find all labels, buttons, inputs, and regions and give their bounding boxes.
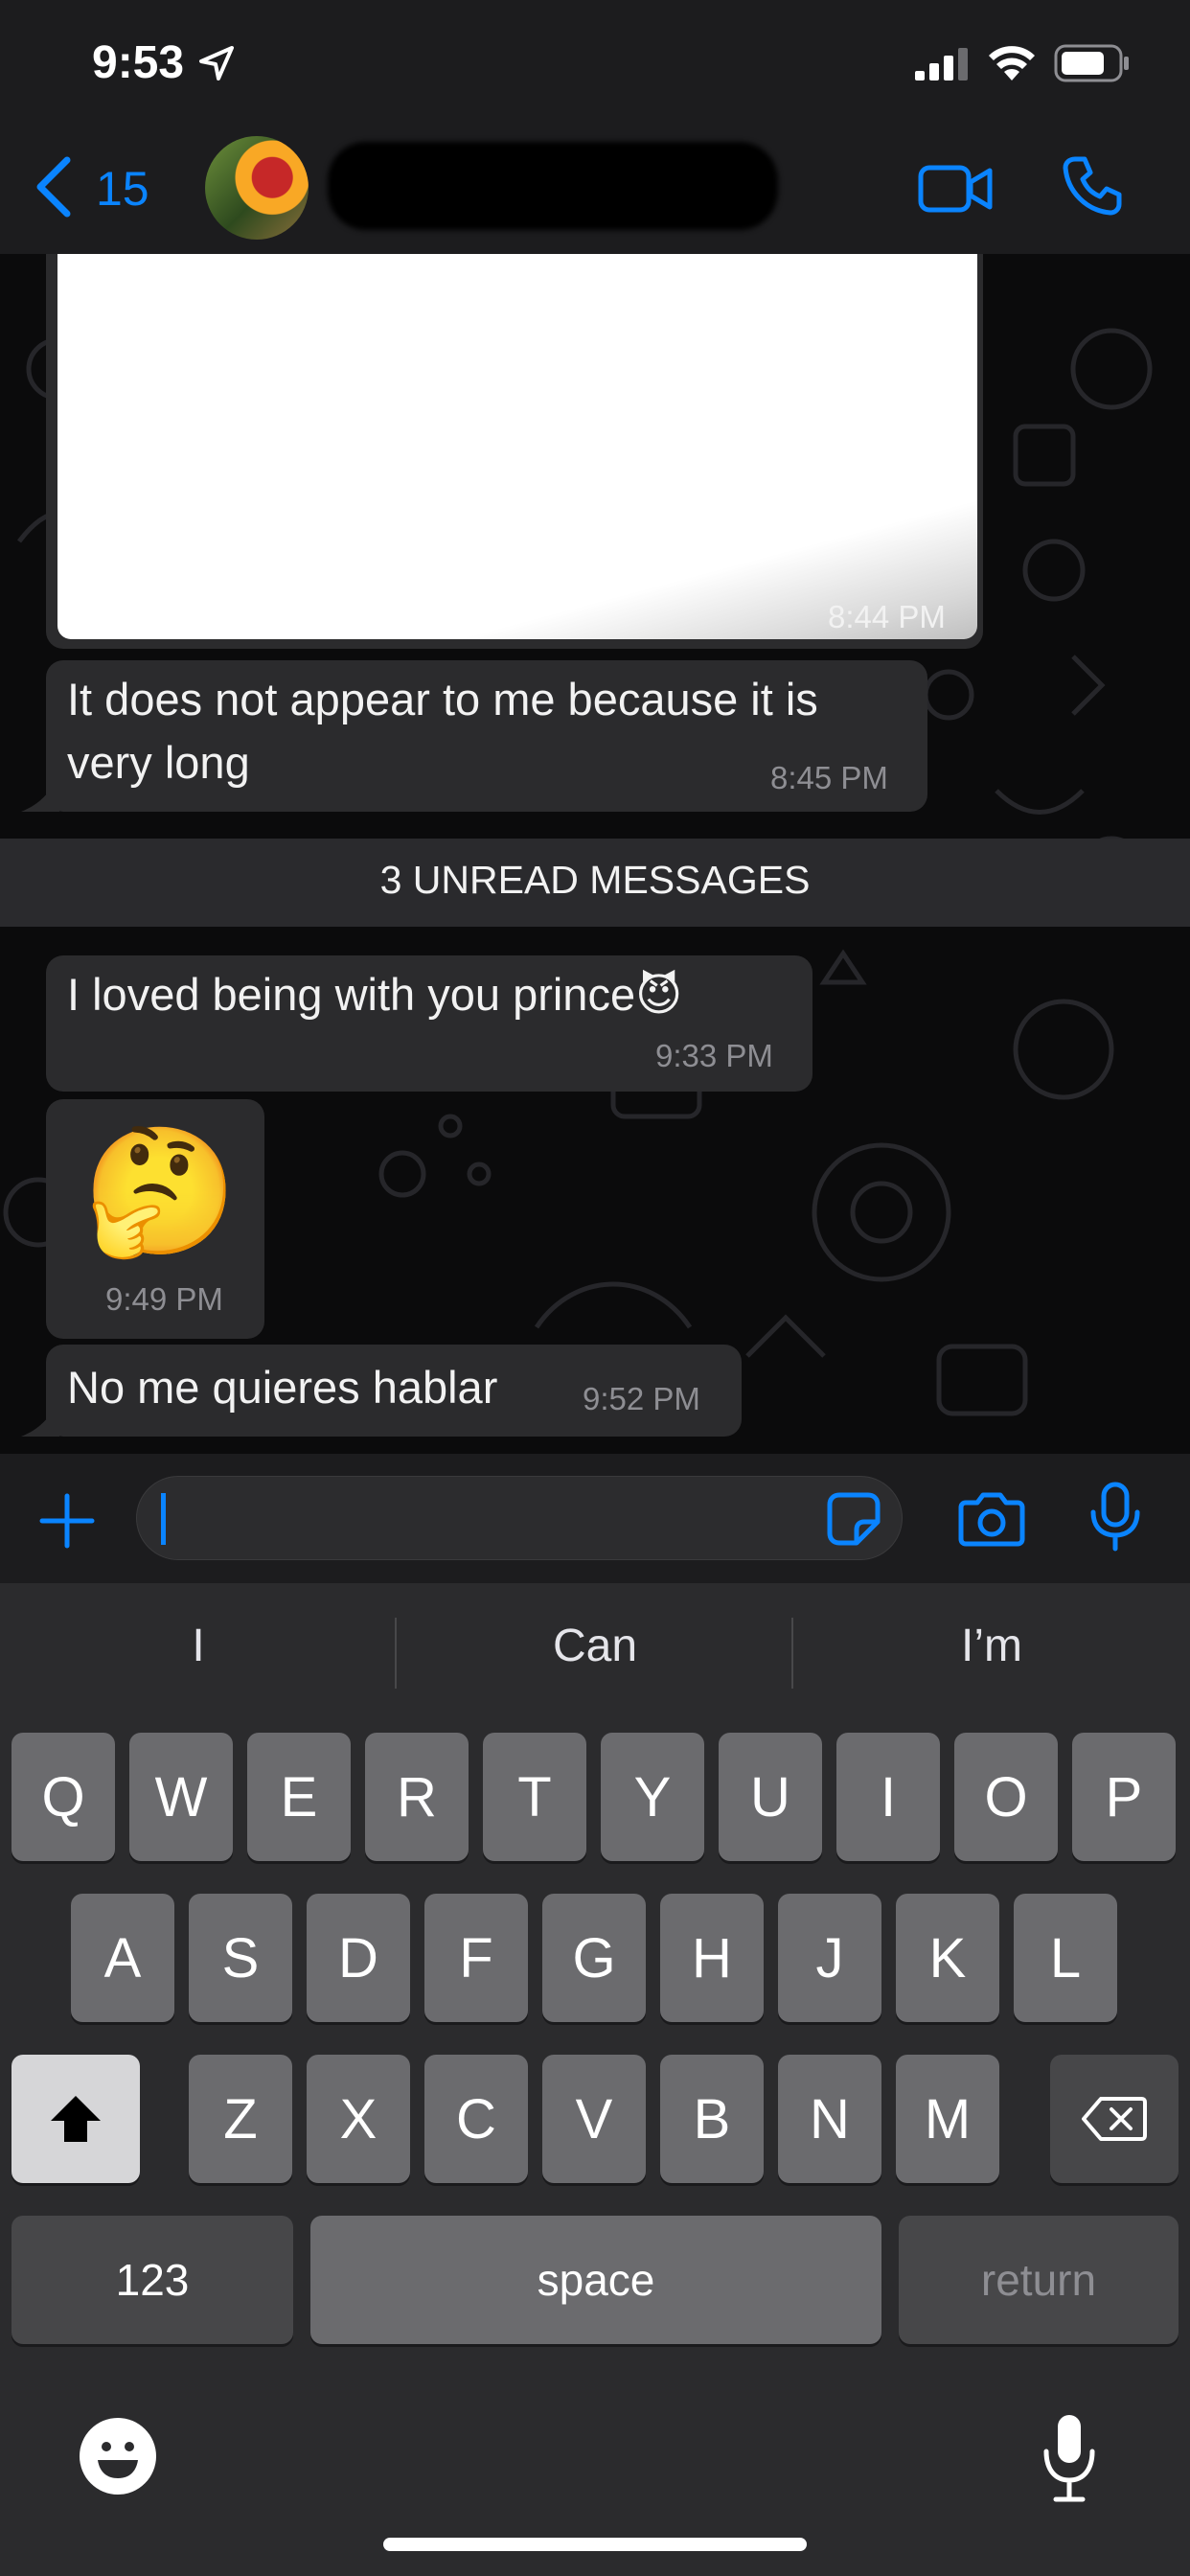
- message-text-line: It does not appear to me because it is: [67, 674, 818, 724]
- key-t[interactable]: T: [483, 1733, 586, 1861]
- key-g[interactable]: G: [542, 1894, 646, 2022]
- message-time: 9:52 PM: [583, 1381, 700, 1416]
- message-text: No me quieres hablar: [67, 1362, 498, 1413]
- key-o[interactable]: O: [954, 1733, 1058, 1861]
- contact-avatar[interactable]: [205, 136, 309, 240]
- image-attachment[interactable]: [57, 254, 977, 639]
- key-b[interactable]: B: [660, 2055, 764, 2183]
- return-key[interactable]: return: [899, 2216, 1179, 2344]
- key-p[interactable]: P: [1072, 1733, 1176, 1861]
- suggestion-2[interactable]: Can: [397, 1620, 793, 1672]
- key-f[interactable]: F: [424, 1894, 528, 2022]
- key-c[interactable]: C: [424, 2055, 528, 2183]
- key-i[interactable]: I: [836, 1733, 940, 1861]
- suggestion-3[interactable]: I’m: [793, 1620, 1190, 1672]
- key-q[interactable]: Q: [11, 1733, 115, 1861]
- shift-key[interactable]: [11, 2055, 140, 2183]
- unread-banner-text: 3 UNREAD MESSAGES: [379, 858, 811, 902]
- key-u[interactable]: U: [719, 1733, 822, 1861]
- bubble-tail: [21, 1400, 59, 1437]
- chat-area[interactable]: 8:44 PM It does not appear to me because…: [0, 254, 1190, 1454]
- status-time: 9:53: [92, 37, 185, 88]
- message-time: 8:44 PM: [828, 599, 946, 634]
- wifi-icon: [989, 46, 1035, 80]
- key-r[interactable]: R: [365, 1733, 469, 1861]
- space-key[interactable]: space: [310, 2216, 881, 2344]
- suggestion-1[interactable]: I: [0, 1620, 397, 1672]
- voice-call-icon[interactable]: [1062, 155, 1123, 217]
- plus-icon[interactable]: [38, 1492, 96, 1550]
- key-y[interactable]: Y: [601, 1733, 704, 1861]
- key-a[interactable]: A: [71, 1894, 174, 2022]
- cellular-signal-icon: [915, 48, 968, 80]
- video-call-icon[interactable]: [918, 163, 993, 215]
- numbers-key[interactable]: 123: [11, 2216, 293, 2344]
- message-time: 9:49 PM: [105, 1281, 223, 1317]
- key-d[interactable]: D: [307, 1894, 410, 2022]
- message-input[interactable]: [136, 1476, 903, 1560]
- key-m[interactable]: M: [896, 2055, 999, 2183]
- shift-arrow-icon: [51, 2096, 101, 2142]
- text-caret: [161, 1493, 166, 1545]
- key-v[interactable]: V: [542, 2055, 646, 2183]
- emoji-keyboard-icon[interactable]: [79, 2417, 157, 2496]
- contact-name-redacted[interactable]: [328, 142, 778, 230]
- location-arrow-icon: [199, 46, 234, 80]
- message-text-line: very long: [67, 737, 250, 788]
- back-chevron-icon[interactable]: [34, 156, 73, 218]
- key-z[interactable]: Z: [189, 2055, 292, 2183]
- key-x[interactable]: X: [307, 2055, 410, 2183]
- bubble-tail: [21, 775, 59, 812]
- backspace-icon: [1082, 2097, 1147, 2141]
- back-button-unread-count[interactable]: 15: [96, 161, 149, 217]
- key-w[interactable]: W: [129, 1733, 233, 1861]
- key-k[interactable]: K: [896, 1894, 999, 2022]
- delete-key[interactable]: [1050, 2055, 1179, 2183]
- home-indicator: [383, 2538, 807, 2551]
- key-e[interactable]: E: [247, 1733, 351, 1861]
- message-text: I loved being with you prince😈: [67, 969, 683, 1020]
- emoji-message-text: 🤔: [82, 1121, 238, 1261]
- key-l[interactable]: L: [1014, 1894, 1117, 2022]
- dictation-mic-icon[interactable]: [1041, 2413, 1098, 2503]
- camera-icon[interactable]: [958, 1489, 1025, 1547]
- key-s[interactable]: S: [189, 1894, 292, 2022]
- sticker-icon[interactable]: [826, 1491, 881, 1547]
- key-j[interactable]: J: [778, 1894, 881, 2022]
- message-time: 9:33 PM: [655, 1038, 773, 1073]
- key-h[interactable]: H: [660, 1894, 764, 2022]
- key-n[interactable]: N: [778, 2055, 881, 2183]
- battery-icon: [1054, 44, 1129, 82]
- microphone-icon[interactable]: [1088, 1482, 1142, 1552]
- message-time: 8:45 PM: [770, 760, 888, 795]
